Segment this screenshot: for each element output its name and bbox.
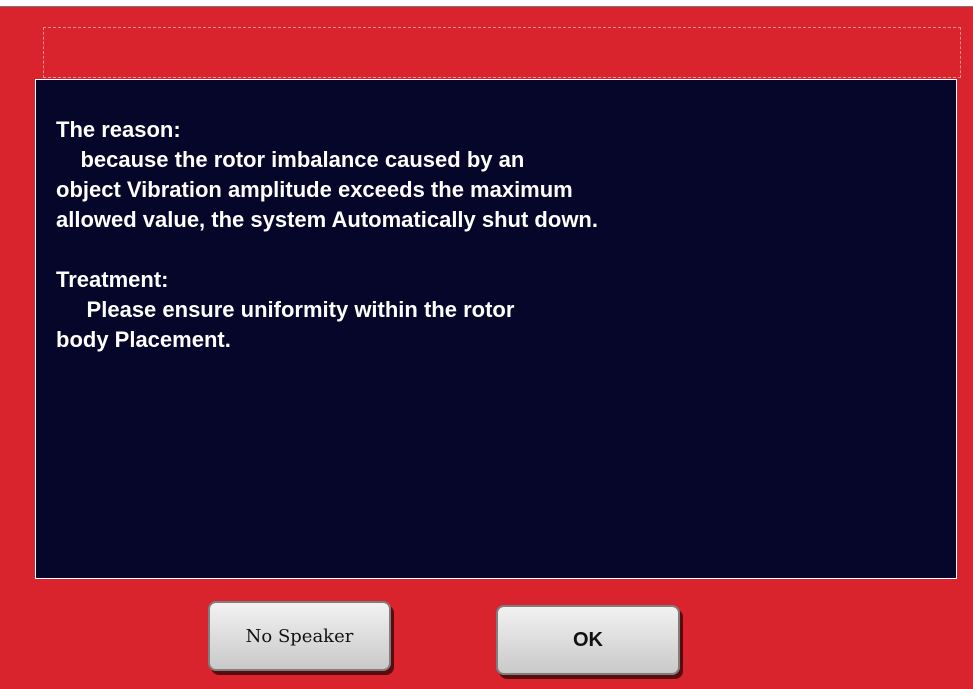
reason-text-line-1: because the rotor imbalance caused by an	[56, 147, 525, 172]
reason-text-line-3: allowed value, the system Automatically …	[56, 207, 598, 232]
reason-text-line-2: object Vibration amplitude exceeds the m…	[56, 177, 573, 202]
alarm-dialog: The reason: because the rotor imbalance …	[0, 6, 973, 689]
no-speaker-button-label: No Speaker	[245, 625, 354, 647]
dialog-title-area	[43, 27, 961, 78]
treatment-text-line-1: Please ensure uniformity within the roto…	[56, 297, 515, 322]
no-speaker-button[interactable]: No Speaker	[208, 601, 391, 671]
treatment-heading: Treatment:	[56, 267, 169, 292]
treatment-text-line-2: body Placement.	[56, 327, 231, 352]
message-panel: The reason: because the rotor imbalance …	[35, 79, 957, 579]
ok-button[interactable]: OK	[496, 605, 680, 675]
reason-heading: The reason:	[56, 117, 181, 142]
ok-button-label: OK	[573, 628, 603, 651]
